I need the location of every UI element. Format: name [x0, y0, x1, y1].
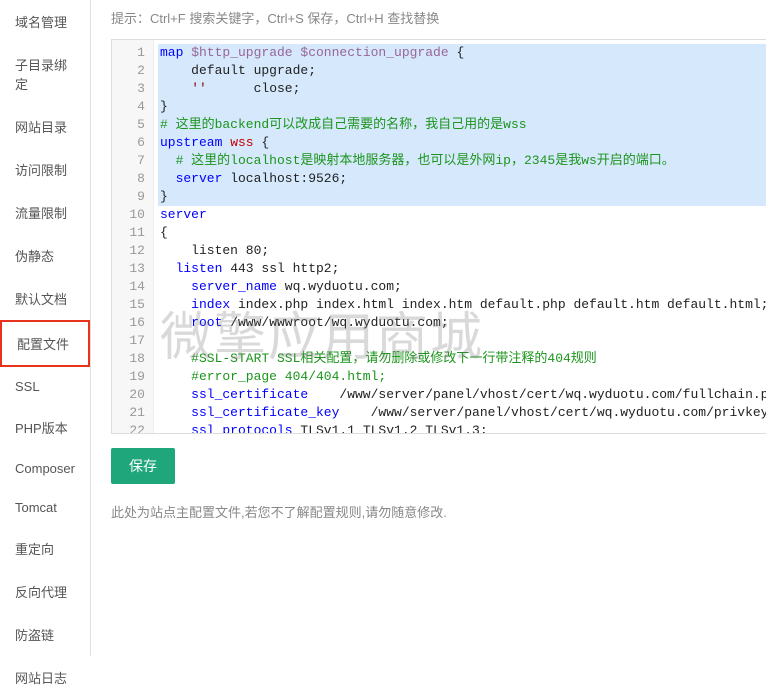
code-line-3[interactable]: '' close; [158, 80, 766, 98]
hint-text: 提示：Ctrl+F 搜索关键字，Ctrl+S 保存，Ctrl+H 查找替换 [111, 8, 766, 27]
sidebar-item-2[interactable]: 网站目录 [0, 105, 90, 148]
sidebar-item-0[interactable]: 域名管理 [0, 0, 90, 43]
code-line-21[interactable]: ssl_certificate_key /www/server/panel/vh… [158, 404, 766, 422]
sidebar-item-10[interactable]: Composer [0, 449, 90, 488]
main-panel: 提示：Ctrl+F 搜索关键字，Ctrl+S 保存，Ctrl+H 查找替换 12… [91, 0, 766, 656]
code-editor[interactable]: 12345678910111213141516171819202122 map … [111, 39, 766, 434]
sidebar-item-6[interactable]: 默认文档 [0, 277, 90, 320]
code-line-12[interactable]: listen 80; [158, 242, 766, 260]
code-line-22[interactable]: ssl_protocols TLSv1.1 TLSv1.2 TLSv1.3; [158, 422, 766, 433]
code-line-7[interactable]: # 这里的localhost是映射本地服务器，也可以是外网ip，2345是我ws… [158, 152, 766, 170]
code-line-13[interactable]: listen 443 ssl http2; [158, 260, 766, 278]
sidebar-item-13[interactable]: 反向代理 [0, 570, 90, 613]
code-line-17[interactable] [158, 332, 766, 350]
code-line-14[interactable]: server_name wq.wyduotu.com; [158, 278, 766, 296]
code-line-6[interactable]: upstream wss { [158, 134, 766, 152]
line-gutter: 12345678910111213141516171819202122 [112, 40, 154, 433]
code-line-10[interactable]: server [158, 206, 766, 224]
code-line-2[interactable]: default upgrade; [158, 62, 766, 80]
code-line-4[interactable]: } [158, 98, 766, 116]
sidebar-item-14[interactable]: 防盗链 [0, 613, 90, 656]
sidebar-item-15[interactable]: 网站日志 [0, 656, 90, 699]
sidebar-item-9[interactable]: PHP版本 [0, 406, 90, 449]
code-line-20[interactable]: ssl_certificate /www/server/panel/vhost/… [158, 386, 766, 404]
sidebar-item-12[interactable]: 重定向 [0, 527, 90, 570]
code-line-16[interactable]: root /www/wwwroot/wq.wyduotu.com; [158, 314, 766, 332]
code-line-5[interactable]: # 这里的backend可以改成自己需要的名称，我自己用的是wss [158, 116, 766, 134]
sidebar-item-1[interactable]: 子目录绑定 [0, 43, 90, 105]
code-area[interactable]: map $http_upgrade $connection_upgrade { … [154, 40, 766, 433]
code-line-15[interactable]: index index.php index.html index.htm def… [158, 296, 766, 314]
code-line-1[interactable]: map $http_upgrade $connection_upgrade { [158, 44, 766, 62]
sidebar-item-5[interactable]: 伪静态 [0, 234, 90, 277]
code-line-11[interactable]: { [158, 224, 766, 242]
sidebar-item-3[interactable]: 访问限制 [0, 148, 90, 191]
code-line-9[interactable]: } [158, 188, 766, 206]
sidebar-item-4[interactable]: 流量限制 [0, 191, 90, 234]
save-button[interactable]: 保存 [111, 448, 175, 484]
code-line-19[interactable]: #error_page 404/404.html; [158, 368, 766, 386]
code-line-8[interactable]: server localhost:9526; [158, 170, 766, 188]
sidebar-item-7[interactable]: 配置文件 [0, 320, 90, 367]
footnote-text: 此处为站点主配置文件,若您不了解配置规则,请勿随意修改. [111, 502, 766, 521]
sidebar-item-11[interactable]: Tomcat [0, 488, 90, 527]
sidebar-item-8[interactable]: SSL [0, 367, 90, 406]
code-line-18[interactable]: #SSL-START SSL相关配置，请勿删除或修改下一行带注释的404规则 [158, 350, 766, 368]
sidebar: 域名管理子目录绑定网站目录访问限制流量限制伪静态默认文档配置文件SSLPHP版本… [0, 0, 91, 656]
